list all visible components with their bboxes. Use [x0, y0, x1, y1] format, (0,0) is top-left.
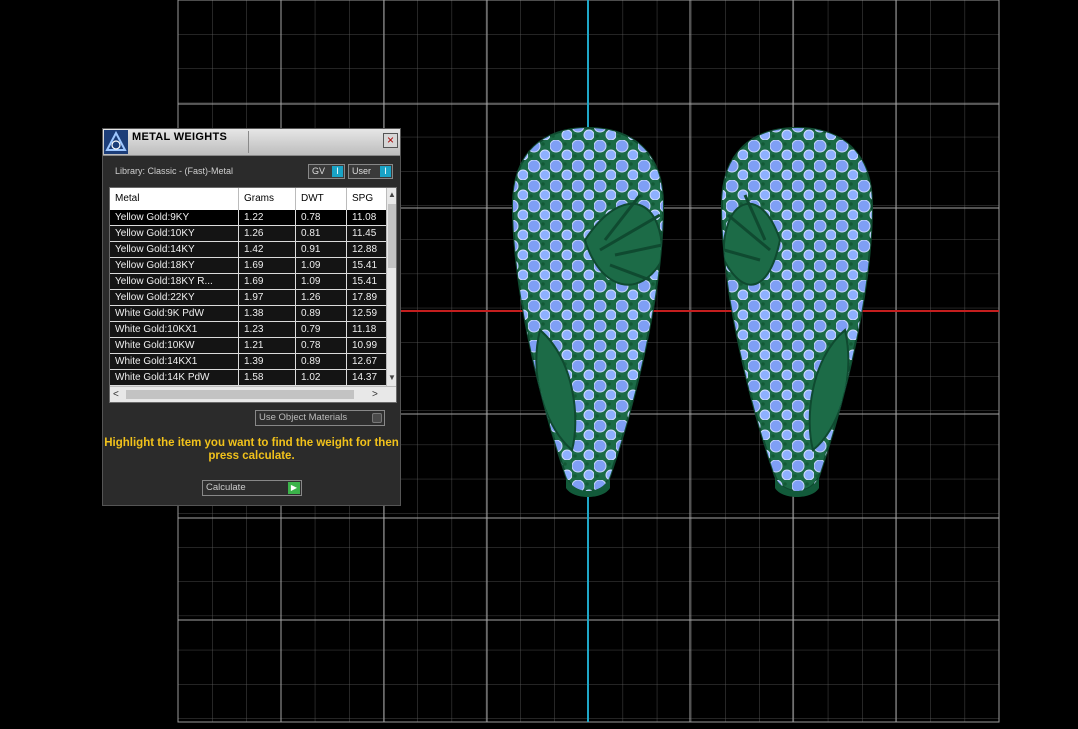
- use-object-materials-label: Use Object Materials: [259, 412, 348, 423]
- cell-metal: White Gold:14K PdW: [110, 370, 239, 385]
- vertical-scrollbar[interactable]: ▲ ▼: [386, 188, 396, 386]
- table-row[interactable]: White Gold:14K PdW 1.58 1.02 14.37: [110, 370, 386, 386]
- cell-grams: 1.22: [239, 210, 296, 225]
- table-header: Metal Grams DWT SPG: [110, 188, 386, 210]
- table-row[interactable]: Yellow Gold:18KY R... 1.69 1.09 15.41: [110, 274, 386, 290]
- cell-spg: 11.08: [352, 212, 377, 223]
- cell-metal: Yellow Gold:18KY: [110, 258, 239, 273]
- cell-grams: 1.42: [239, 242, 296, 257]
- cell-metal: Yellow Gold:22KY: [110, 290, 239, 305]
- table-row[interactable]: White Gold:14KX1 1.39 0.89 12.67: [110, 354, 386, 370]
- cell-dwt: 0.78: [296, 210, 347, 225]
- table-row[interactable]: Yellow Gold:10KY 1.26 0.81 11.45: [110, 226, 386, 242]
- cell-spg: 11.45: [352, 228, 377, 239]
- horizontal-scrollbar[interactable]: < >: [110, 386, 396, 402]
- use-object-materials-toggle[interactable]: Use Object Materials: [255, 410, 385, 426]
- cell-metal: White Gold:10KW: [110, 338, 239, 353]
- cell-spg: 12.67: [352, 356, 378, 367]
- vertical-scroll-thumb[interactable]: [388, 204, 396, 268]
- cell-spg: 15.41: [352, 260, 378, 271]
- cell-spg: 17.89: [352, 292, 378, 303]
- table-row[interactable]: Yellow Gold:14KY 1.42 0.91 12.88: [110, 242, 386, 258]
- table-row[interactable]: Yellow Gold:22KY 1.97 1.26 17.89: [110, 290, 386, 306]
- calculate-label: Calculate: [206, 482, 246, 493]
- cell-spg: 14.37: [352, 372, 378, 383]
- cell-dwt: 1.09: [296, 274, 347, 289]
- cell-grams: 1.21: [239, 338, 296, 353]
- table-row[interactable]: White Gold:10KX1 1.23 0.79 11.18: [110, 322, 386, 338]
- cell-grams: 1.38: [239, 306, 296, 321]
- table-row[interactable]: Yellow Gold:9KY 1.22 0.78 11.08: [110, 210, 386, 226]
- column-header-metal[interactable]: Metal: [110, 188, 239, 210]
- cell-metal: Yellow Gold:14KY: [110, 242, 239, 257]
- user-toggle[interactable]: User I: [348, 164, 393, 179]
- column-header-dwt[interactable]: DWT: [296, 188, 347, 210]
- cell-dwt: 0.78: [296, 338, 347, 353]
- cell-spg: 10.99: [352, 340, 378, 351]
- panel-title: METAL WEIGHTS: [132, 131, 228, 143]
- cell-metal: Yellow Gold:9KY: [110, 210, 239, 225]
- table-row[interactable]: White Gold:9K PdW 1.38 0.89 12.59: [110, 306, 386, 322]
- scroll-right-icon[interactable]: >: [372, 389, 378, 400]
- cell-metal: White Gold:14KX1: [110, 354, 239, 369]
- cell-grams: 1.69: [239, 258, 296, 273]
- cell-grams: 1.23: [239, 322, 296, 337]
- cell-grams: 1.97: [239, 290, 296, 305]
- titlebar-divider: [248, 131, 249, 153]
- gv-toggle[interactable]: GV I: [308, 164, 345, 179]
- app-logo-icon: [104, 130, 128, 154]
- metal-weights-panel: METAL WEIGHTS × Library: Classic - (Fast…: [102, 128, 401, 506]
- cell-grams: 1.39: [239, 354, 296, 369]
- cell-dwt: 0.79: [296, 322, 347, 337]
- cell-dwt: 0.89: [296, 354, 347, 369]
- cell-dwt: 1.02: [296, 370, 347, 385]
- column-header-spg[interactable]: SPG: [347, 188, 386, 210]
- toggle-knob-icon: I: [332, 166, 343, 177]
- cell-metal: Yellow Gold:10KY: [110, 226, 239, 241]
- metal-table: Metal Grams DWT SPG Yellow Gold:9KY 1.22 0…: [109, 187, 397, 403]
- cell-spg: 11.18: [352, 324, 377, 335]
- toggle-knob-icon: I: [380, 166, 391, 177]
- cell-grams: 1.26: [239, 226, 296, 241]
- cell-grams: 1.58: [239, 370, 296, 385]
- table-row[interactable]: White Gold:10KW 1.21 0.78 10.99: [110, 338, 386, 354]
- cell-dwt: 0.91: [296, 242, 347, 257]
- scroll-up-icon[interactable]: ▲: [387, 189, 396, 201]
- cell-dwt: 1.09: [296, 258, 347, 273]
- table-row[interactable]: Yellow Gold:18KY 1.69 1.09 15.41: [110, 258, 386, 274]
- cell-dwt: 0.81: [296, 226, 347, 241]
- radio-icon: [372, 413, 382, 423]
- horizontal-scroll-thumb[interactable]: [126, 390, 354, 399]
- play-arrow-icon: ▶: [288, 482, 300, 494]
- close-icon[interactable]: ×: [383, 133, 398, 148]
- panel-titlebar[interactable]: METAL WEIGHTS ×: [103, 129, 400, 156]
- cell-metal: White Gold:10KX1: [110, 322, 239, 337]
- scroll-down-icon[interactable]: ▼: [387, 372, 396, 384]
- cell-dwt: 0.89: [296, 306, 347, 321]
- instruction-text: Highlight the item you want to find the …: [104, 437, 399, 462]
- cell-spg: 15.41: [352, 276, 378, 287]
- cell-spg: 12.59: [352, 308, 378, 319]
- library-label: Library: Classic - (Fast)-Metal: [115, 166, 234, 176]
- cell-metal: White Gold:9K PdW: [110, 306, 239, 321]
- cell-spg: 12.88: [352, 244, 378, 255]
- cell-dwt: 1.26: [296, 290, 347, 305]
- cell-metal: Yellow Gold:18KY R...: [110, 274, 239, 289]
- user-toggle-label: User: [352, 166, 372, 176]
- gv-toggle-label: GV: [312, 166, 326, 176]
- scroll-left-icon[interactable]: <: [113, 389, 119, 400]
- cell-grams: 1.69: [239, 274, 296, 289]
- column-header-grams[interactable]: Grams: [239, 188, 296, 210]
- calculate-button[interactable]: Calculate ▶: [202, 480, 302, 496]
